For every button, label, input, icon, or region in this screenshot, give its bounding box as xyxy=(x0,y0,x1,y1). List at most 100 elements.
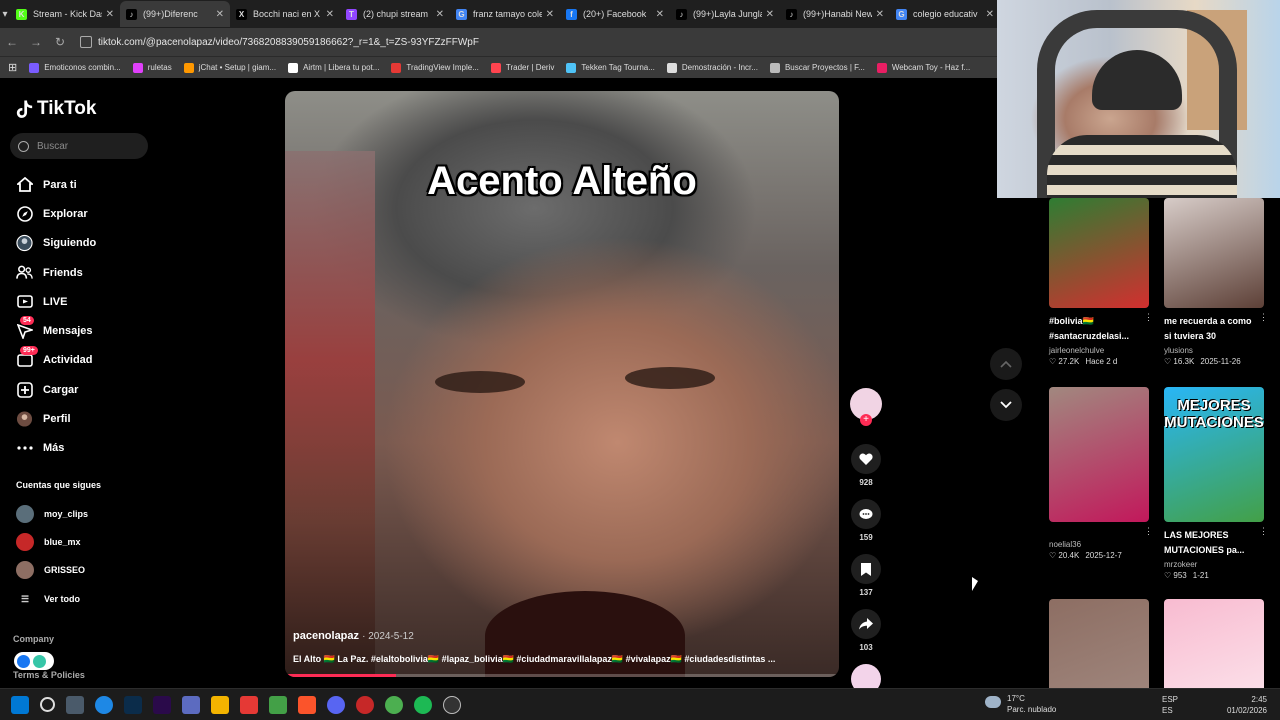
tab-close-icon[interactable]: ✕ xyxy=(436,9,444,20)
next-video-button[interactable] xyxy=(990,389,1022,421)
creator-avatar[interactable]: + xyxy=(850,388,882,426)
browser-tab[interactable]: K Stream - Kick Das ✕ xyxy=(10,1,120,27)
bookmark-item[interactable]: ruletas xyxy=(132,62,172,73)
nav-item-cargar[interactable]: Cargar xyxy=(16,375,156,404)
video-thumbnail[interactable] xyxy=(1164,198,1264,308)
more-options-icon[interactable]: ⋮ xyxy=(1144,312,1153,323)
related-video-card[interactable]: #bolivia🇧🇴 #santacruzdelasi... ⋮ jairleone… xyxy=(1049,198,1159,366)
forward-button[interactable]: → xyxy=(24,35,48,49)
more-options-icon[interactable]: ⋮ xyxy=(1144,526,1153,537)
browser-tab[interactable]: f (20+) Facebook ✕ xyxy=(560,1,670,27)
tab-close-icon[interactable]: ✕ xyxy=(216,9,224,20)
nav-item-explorar[interactable]: Explorar xyxy=(16,199,156,228)
start-icon[interactable] xyxy=(11,695,29,714)
app-icon[interactable] xyxy=(356,695,374,714)
terms-link[interactable]: Terms & Policies xyxy=(13,670,85,680)
related-video-card[interactable]: MEJORES MUTACIONES LAS MEJORES MUTACIONES… xyxy=(1164,387,1274,580)
back-button[interactable]: ← xyxy=(0,35,24,49)
tab-close-icon[interactable]: ✕ xyxy=(986,9,994,20)
nav-item-live[interactable]: LIVE xyxy=(16,287,156,316)
related-video-card[interactable]: me recuerda a como si tuviera 30 ⋮ ylusion… xyxy=(1164,198,1274,366)
followed-account[interactable]: blue_mx xyxy=(16,528,156,556)
browser-tab[interactable]: Gcolegio educativ ✕ xyxy=(890,1,1000,27)
bookmark-item[interactable]: jChat • Setup | giam... xyxy=(183,62,276,73)
nav-item-mensajes[interactable]: Mensajes 54 xyxy=(16,316,156,345)
nav-item-para-ti[interactable]: Para ti xyxy=(16,170,156,199)
tab-search-button[interactable]: ▾ xyxy=(0,0,10,28)
video-author[interactable]: noelial36 xyxy=(1049,540,1159,549)
nav-item-friends[interactable]: Friends xyxy=(16,258,156,287)
tab-close-icon[interactable]: ✕ xyxy=(106,9,114,20)
premiere-icon[interactable] xyxy=(153,695,171,714)
browser-tab[interactable]: ♪ (99+)Layla Jungla ✕ xyxy=(670,1,780,27)
photoshop-icon[interactable] xyxy=(124,695,142,714)
follow-plus-icon[interactable]: + xyxy=(860,414,872,426)
tab-close-icon[interactable]: ✕ xyxy=(656,9,664,20)
video-author[interactable]: mrzokeer xyxy=(1164,560,1274,569)
deriv-icon[interactable] xyxy=(240,695,258,714)
browser-tab[interactable]: Gfranz tamayo cole ✕ xyxy=(450,1,560,27)
spotify-icon[interactable] xyxy=(414,695,432,714)
task-view-icon[interactable] xyxy=(66,695,84,714)
tab-close-icon[interactable]: ✕ xyxy=(546,9,554,20)
browser-tab[interactable]: ♪ (99+)Hanabi New ✕ xyxy=(780,1,890,27)
site-info-icon[interactable] xyxy=(80,36,92,48)
tab-close-icon[interactable]: ✕ xyxy=(326,9,334,20)
video-player[interactable]: Acento Alteño pacenolapaz · 2024-5-12 El… xyxy=(285,91,839,677)
comment-button[interactable] xyxy=(851,499,881,529)
browser-tab[interactable]: X Bocchi naci en X ✕ xyxy=(230,1,340,27)
reload-button[interactable]: ↻ xyxy=(48,35,72,49)
bookmark-item[interactable]: Webcam Toy - Haz f... xyxy=(876,62,970,73)
file-explorer-icon[interactable] xyxy=(211,695,229,714)
apps-grid-icon[interactable]: ⊞ xyxy=(8,61,17,74)
nav-item-perfil[interactable]: Perfil xyxy=(16,404,156,433)
weather-widget[interactable]: 17°C Parc. nublado xyxy=(985,693,1056,715)
chrome-icon[interactable] xyxy=(385,695,403,714)
video-author[interactable]: ylusions xyxy=(1164,346,1274,355)
search-input[interactable]: Buscar xyxy=(10,133,148,159)
see-all-button[interactable]: ☰ Ver todo xyxy=(16,584,156,614)
nav-item-siguiendo[interactable]: Siguiendo xyxy=(16,229,156,258)
save-button[interactable] xyxy=(851,554,881,584)
video-caption[interactable]: El Alto 🇧🇴 La Paz. #elaltobolivia🇧🇴 #lap… xyxy=(293,654,833,665)
followed-account[interactable]: moy_clips xyxy=(16,500,156,528)
bookmark-item[interactable]: TradingView Imple... xyxy=(391,62,479,73)
edge-icon[interactable] xyxy=(95,695,113,714)
tiktok-logo[interactable]: TikTok xyxy=(16,98,96,120)
related-video-card[interactable]: ⋮ noelial36 ♡ 20.4K 2025-12-7 xyxy=(1049,387,1159,560)
video-author[interactable]: jairleonelchulve xyxy=(1049,346,1159,355)
bookmark-item[interactable]: Emoticonos combin... xyxy=(29,62,121,73)
like-button[interactable] xyxy=(851,444,881,474)
more-options-icon[interactable]: ⋮ xyxy=(1259,312,1268,323)
video-thumbnail[interactable] xyxy=(1049,387,1149,522)
minecraft-icon[interactable] xyxy=(269,695,287,714)
floating-extension-pill[interactable] xyxy=(14,652,54,670)
language-indicator[interactable]: ESP ES xyxy=(1162,694,1178,716)
url-text[interactable]: tiktok.com/@pacenolapaz/video/7368208839… xyxy=(98,37,479,48)
bookmark-item[interactable]: Tekken Tag Tourna... xyxy=(566,62,655,73)
video-progress-bar[interactable] xyxy=(285,674,839,677)
obs-icon[interactable] xyxy=(443,695,461,714)
system-clock[interactable]: 2:45 01/02/2026 xyxy=(1225,694,1267,716)
tab-close-icon[interactable]: ✕ xyxy=(766,9,774,20)
nav-item-m-s[interactable]: Más xyxy=(16,434,156,463)
bookmark-item[interactable]: Demostración - Incr... xyxy=(666,62,758,73)
video-author[interactable]: pacenolapaz xyxy=(293,630,359,642)
video-thumbnail[interactable]: MEJORES MUTACIONES xyxy=(1164,387,1264,522)
nav-item-actividad[interactable]: Actividad 99+ xyxy=(16,345,156,375)
bookmark-item[interactable]: Buscar Proyectos | F... xyxy=(769,62,865,73)
company-link[interactable]: Company xyxy=(13,634,54,644)
bookmark-item[interactable]: Airtm | Libera tu pot... xyxy=(288,62,379,73)
url-field[interactable]: tiktok.com/@pacenolapaz/video/7368208839… xyxy=(80,36,479,48)
discord-icon[interactable] xyxy=(327,695,345,714)
bookmark-item[interactable]: Trader | Deriv xyxy=(490,62,554,73)
browser-tab[interactable]: T (2) chupi stream ✕ xyxy=(340,1,450,27)
followed-account[interactable]: GRISSEO xyxy=(16,556,156,584)
brave-icon[interactable] xyxy=(298,695,316,714)
tab-close-icon[interactable]: ✕ xyxy=(876,9,884,20)
previous-video-button[interactable] xyxy=(990,348,1022,380)
video-thumbnail[interactable] xyxy=(1049,198,1149,308)
share-button[interactable] xyxy=(851,609,881,639)
more-options-icon[interactable]: ⋮ xyxy=(1259,526,1268,537)
store-icon[interactable] xyxy=(182,695,200,714)
